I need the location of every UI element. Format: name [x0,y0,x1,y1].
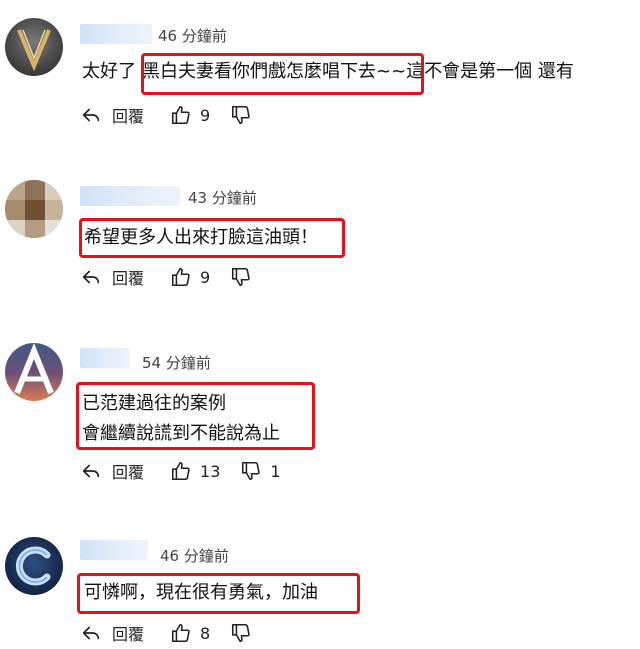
comment-text-pre: 太好了 [82,61,136,82]
username-blurred[interactable] [80,540,148,560]
like-count: 9 [200,267,211,287]
thumbs-up-icon [171,105,190,125]
highlight-box [141,53,424,95]
reply-arrow-icon [82,108,100,122]
avatar-v-icon [5,18,63,76]
avatar-c-icon [5,537,63,595]
dislike-button[interactable] [230,622,260,644]
username-blurred[interactable] [80,348,130,368]
avatar-a[interactable] [5,343,63,401]
comment-time: 46 分鐘前 [158,27,227,45]
reply-label: 回覆 [112,625,145,644]
username-blurred[interactable] [80,186,180,206]
highlight-box [77,573,360,614]
comment-actions: 回覆 9 [80,265,260,289]
like-count: 9 [200,105,211,125]
like-button[interactable]: 9 [170,266,210,288]
like-count: 8 [200,623,211,643]
dislike-button[interactable] [230,104,260,126]
comment-time: 54 分鐘前 [142,354,211,372]
comment-time: 43 分鐘前 [188,189,257,207]
reply-button[interactable]: 回覆 [80,103,144,127]
reply-button[interactable]: 回覆 [80,621,144,645]
reply-label: 回覆 [112,269,145,288]
comment-actions: 回覆 8 [80,621,260,645]
avatar-v[interactable] [5,18,63,76]
like-count: 13 [200,461,221,481]
highlight-box [76,382,315,450]
thumbs-up-icon [171,461,190,481]
avatar-blurred[interactable] [5,180,63,238]
thumbs-down-icon [242,461,261,481]
username-blurred[interactable] [80,24,152,44]
like-button[interactable]: 9 [170,104,210,126]
comment-time: 46 分鐘前 [160,547,229,565]
reply-button[interactable]: 回覆 [80,459,144,483]
reply-arrow-icon [82,626,100,640]
comment-actions: 回覆 13 1 [80,459,281,483]
thumbs-down-icon [232,267,250,287]
like-button[interactable]: 13 [170,460,220,482]
reply-arrow-icon [82,270,100,284]
dislike-button[interactable] [230,266,260,288]
thumbs-down-icon [232,623,250,643]
thumbs-up-icon [171,623,190,643]
dislike-count: 1 [270,461,281,481]
thumbs-down-icon [232,105,250,125]
highlight-box [79,218,345,258]
comment-actions: 回覆 9 [80,103,260,127]
reply-label: 回覆 [112,107,145,126]
avatar-blurred-icon [5,180,63,238]
avatar-c[interactable] [5,537,63,595]
avatar-a-icon [5,343,63,401]
reply-arrow-icon [82,464,100,478]
thumbs-up-icon [171,267,190,287]
reply-button[interactable]: 回覆 [80,265,144,289]
reply-label: 回覆 [112,463,145,482]
dislike-button[interactable]: 1 [240,460,281,482]
like-button[interactable]: 8 [170,622,210,644]
